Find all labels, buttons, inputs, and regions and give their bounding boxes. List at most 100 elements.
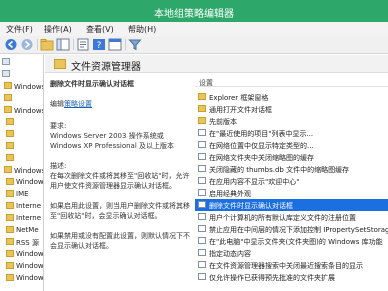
list-item[interactable]: 在网络位置中仅显示特定类型的... [195,139,388,151]
tree-item[interactable]: Windows "启" [0,165,43,177]
list-item[interactable]: 先前版本 [195,115,388,127]
folder-icon [4,82,12,89]
policy-setting-icon [198,249,206,256]
tree-item[interactable] [0,141,43,153]
folder-icon [4,94,12,101]
description-line: 至"回收站"时，会显示确认对话框。 [50,212,162,220]
policy-icon [2,58,10,65]
description-line: 如果启用此设置，则当用户删除文件或将其移 [50,202,190,210]
policy-setting-icon [198,237,206,244]
folder-icon [6,190,14,197]
list-item[interactable]: 禁止应用在中间层的情况下添加控制 IPropertySetStorage [195,223,388,235]
column-header[interactable]: 设置 [195,77,388,87]
folder-icon [4,106,12,113]
policy-setting-icon [198,189,206,196]
folder-icon [6,154,14,161]
list-item[interactable]: 用户个计算机的所有默认库定义文件的注册位置 [195,211,388,223]
folder-icon [4,166,12,173]
back-icon[interactable] [4,38,18,51]
tree-item[interactable] [0,117,43,129]
policy-setting-icon [198,165,206,172]
tree-item[interactable]: NetMe [0,225,43,237]
policy-icon [2,70,10,77]
tree-item[interactable] [0,57,43,69]
menu-bar: 文件(F) 操作(A) 查看(V) 帮助(H) [0,22,388,36]
menu-file[interactable]: 文件(F) [6,24,33,35]
list-item[interactable]: 通用打开文件对话框 [195,103,388,115]
menu-help[interactable]: 帮助(H) [128,24,156,35]
settings-list: 设置 Explorer 框架窗格 通用打开文件对话框 先前版本 在"最近使用的项… [195,77,388,291]
policy-setting-icon [198,141,206,148]
menu-action[interactable]: 操作(A) [44,24,72,35]
folder-icon [6,118,14,125]
svg-text:?: ? [97,41,102,51]
forward-icon[interactable] [20,38,34,51]
edit-policy-text: 编辑策略设置 [50,99,92,109]
policy-setting-icon [198,213,206,220]
description-line: 会显示确认对话框。 [50,242,113,250]
policy-setting-icon [198,273,206,280]
toolbar: ? [0,36,388,54]
list-item[interactable]: 指定动态内容 [195,247,388,259]
requirements-label: 要求: [50,122,67,130]
window-title: 本地组策略编辑器 [154,9,234,20]
folder-icon [198,117,206,124]
tree-item[interactable]: Windows 设置 [0,105,43,117]
policy-setting-icon [198,177,206,184]
tree-item[interactable]: Window [0,249,43,261]
tree-item[interactable] [0,93,43,105]
description-line: 如果禁用或没有配置此设置，则默认情况下不 [50,232,190,240]
list-item[interactable]: 在"最近使用的项目"列表中显示... [195,127,388,139]
refresh-icon[interactable] [76,38,90,51]
tree-item[interactable]: Window [0,261,43,273]
show-hide-tree-icon[interactable] [56,38,70,51]
policy-setting-icon [198,129,206,136]
folder-icon [6,238,14,245]
folder-icon [6,142,14,149]
folder-icon [6,250,14,257]
list-item[interactable]: 关闭隐藏的 thumbs.db 文件中的缩略图缓存 [195,163,388,175]
help-icon[interactable]: ? [92,38,106,51]
filter-icon[interactable] [128,38,142,51]
tree-item[interactable]: Windows [0,177,43,189]
policy-description: 删除文件时显示确认对话框 编辑策略设置 要求: Windows Server 2… [50,77,190,291]
tree-item[interactable] [0,129,43,141]
properties-icon[interactable] [108,38,122,51]
description-line: 在每次删除文件或将其移至"回收站"时，允许 [50,172,190,180]
menu-view[interactable]: 查看(V) [86,24,114,35]
folder-icon [198,105,206,112]
list-item[interactable]: Explorer 框架窗格 [195,91,388,103]
list-item[interactable]: 在文件资源管理器搜索中关闭最近搜索条目的显示 [195,259,388,271]
tree-item[interactable]: Windows 设置 [0,81,43,93]
folder-icon [6,226,14,233]
tree-item[interactable] [0,153,43,165]
policy-setting-icon [198,261,206,268]
folder-up-icon[interactable] [40,38,54,51]
tree-item[interactable]: IME [0,189,43,201]
edit-policy-link[interactable]: 策略设置 [64,100,92,108]
folder-icon [6,214,14,221]
folder-icon [6,274,14,281]
tree-item[interactable]: Interne [0,213,43,225]
tree-item[interactable]: RSS 源 [0,237,43,249]
list-item[interactable]: 在"此电脑"中显示文件夹(文件夹图)的 Windows 库功能 [195,235,388,247]
tree-item[interactable]: Window [0,273,43,285]
tree-item[interactable] [0,69,43,81]
description-line: 用户使文件资源管理器显示确认对话框。 [50,182,176,190]
tree-item[interactable]: Interne [0,201,43,213]
list-item[interactable]: 在网络文件夹中关闭缩略图的缓存 [195,151,388,163]
folder-icon [6,202,14,209]
list-item[interactable]: 启用经典外观 [195,187,388,199]
list-item[interactable]: 仅允许操作已获得预先批准的文件夹扩展 [195,271,388,283]
list-item[interactable]: 在应用内容不显示"欢迎中心" [195,175,388,187]
pane-header: 文件资源管理器 [45,55,388,73]
requirements-line: Windows XP Professional 及以上版本 [50,142,175,150]
list-item-selected[interactable]: 删除文件时显示确认对话框 [195,199,388,211]
folder-icon [198,93,206,100]
pane-title: 文件资源管理器 [71,62,141,73]
navigation-tree: Windows 设置 Windows 设置 Windows "启" Window… [0,55,44,291]
edit-label: 编辑 [50,100,64,108]
policy-setting-icon [198,201,206,208]
title-bar: 本地组策略编辑器 [0,0,388,22]
folder-icon [54,59,66,69]
